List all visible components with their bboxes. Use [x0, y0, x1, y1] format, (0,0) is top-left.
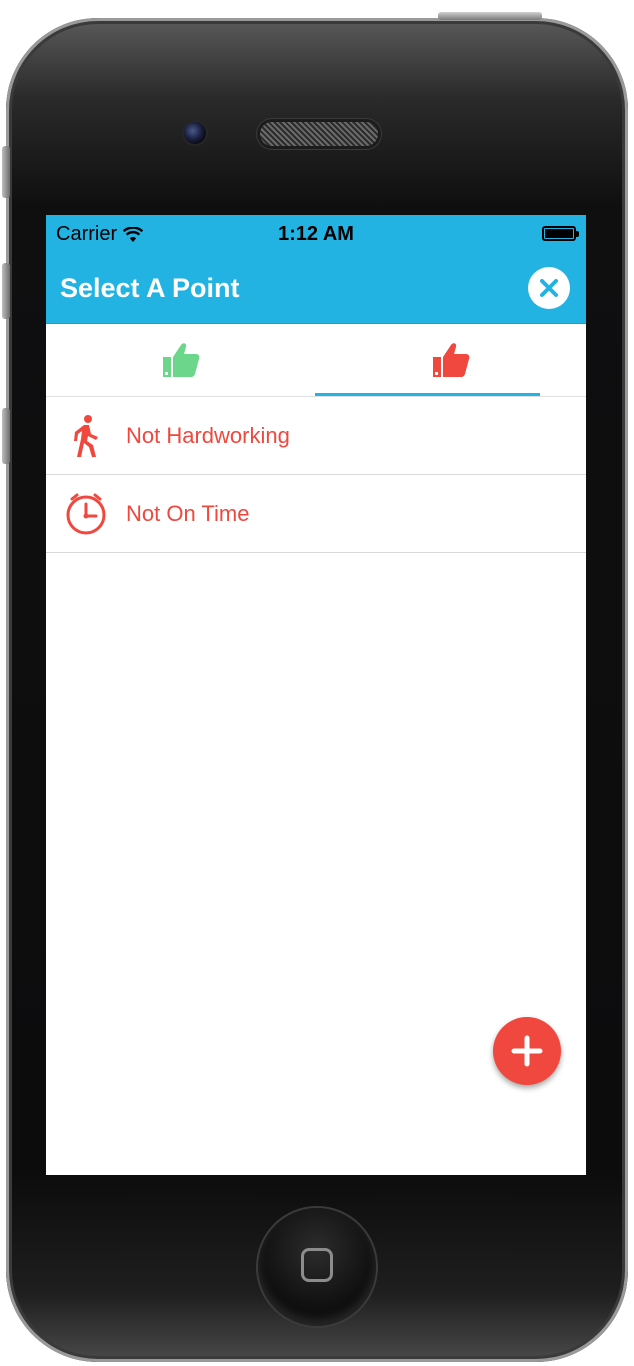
thumbs-down-icon	[433, 343, 470, 377]
status-time: 1:12 AM	[278, 223, 354, 245]
add-point-button[interactable]	[493, 1017, 561, 1085]
list-item-label: Not Hardworking	[126, 422, 290, 448]
status-bar: Carrier 1:12 AM	[46, 215, 586, 253]
plus-icon	[511, 1035, 543, 1067]
thumbs-up-icon	[163, 343, 200, 377]
front-camera	[184, 122, 206, 144]
volume-down-button	[2, 408, 10, 464]
active-tab-indicator	[315, 393, 540, 396]
walking-person-icon	[74, 414, 98, 457]
list-item[interactable]: Not On Time	[46, 475, 586, 553]
tab-negative[interactable]	[316, 324, 586, 396]
app-screen: Carrier 1:12 AM Select A Point Not Hardw…	[46, 215, 586, 1175]
earpiece-speaker	[260, 122, 378, 146]
mute-switch	[2, 146, 10, 198]
list-item[interactable]: Not Hardworking	[46, 397, 586, 475]
app-header: Select A Point	[46, 253, 586, 324]
page-title: Select A Point	[60, 273, 240, 303]
close-button[interactable]	[528, 267, 570, 309]
battery-level	[545, 229, 573, 238]
volume-up-button	[2, 263, 10, 319]
clock-icon	[66, 493, 106, 534]
battery-icon	[542, 226, 579, 241]
list-item-label: Not On Time	[126, 500, 250, 526]
tab-positive[interactable]	[46, 324, 316, 396]
close-icon	[540, 279, 558, 297]
home-square-icon	[301, 1248, 333, 1282]
power-button	[438, 12, 542, 20]
home-button[interactable]	[258, 1208, 376, 1326]
tab-bar	[46, 324, 586, 397]
